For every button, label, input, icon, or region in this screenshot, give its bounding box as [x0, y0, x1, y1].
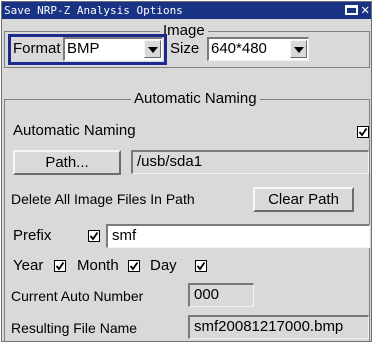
format-select[interactable]: BMP [63, 37, 163, 61]
title-bar: Save NRP-Z Analysis Options ✕ [2, 2, 371, 19]
delete-all-files-label: Delete All Image Files In Path [11, 191, 195, 207]
month-checkbox[interactable] [128, 260, 140, 272]
size-select[interactable]: 640*480 [207, 37, 309, 61]
chevron-down-icon[interactable] [144, 40, 161, 58]
format-select-value: BMP [67, 40, 100, 57]
month-label: Month [77, 257, 119, 274]
path-field: /usb/sda1 [131, 150, 369, 174]
year-checkbox[interactable] [54, 260, 66, 272]
resulting-file-name-field: smf20081217000.bmp [188, 315, 369, 339]
window-title: Save NRP-Z Analysis Options [4, 4, 183, 17]
current-auto-number-field: 000 [188, 283, 254, 307]
automatic-naming-group-legend: Automatic Naming [131, 90, 260, 108]
automatic-naming-checkbox[interactable] [357, 126, 369, 138]
chevron-down-icon[interactable] [290, 40, 307, 58]
format-label: Format [13, 40, 61, 57]
close-icon[interactable]: ✕ [361, 2, 369, 19]
prefix-label: Prefix [13, 227, 52, 244]
maximize-icon[interactable] [345, 5, 358, 15]
resulting-file-name-label: Resulting File Name [11, 320, 138, 336]
size-select-value: 640*480 [211, 40, 267, 57]
save-analysis-options-dialog: Save NRP-Z Analysis Options ✕ Image Form… [1, 1, 372, 342]
automatic-naming-label: Automatic Naming [13, 122, 136, 139]
day-label: Day [150, 257, 177, 274]
day-checkbox[interactable] [195, 260, 207, 272]
year-label: Year [13, 257, 44, 274]
path-button[interactable]: Path... [13, 150, 121, 175]
clear-path-button[interactable]: Clear Path [253, 187, 354, 212]
current-auto-number-label: Current Auto Number [11, 288, 144, 304]
prefix-input[interactable]: smf [106, 224, 370, 248]
prefix-checkbox[interactable] [88, 230, 100, 242]
size-label: Size [170, 40, 200, 57]
image-group-legend: Image [160, 22, 208, 40]
